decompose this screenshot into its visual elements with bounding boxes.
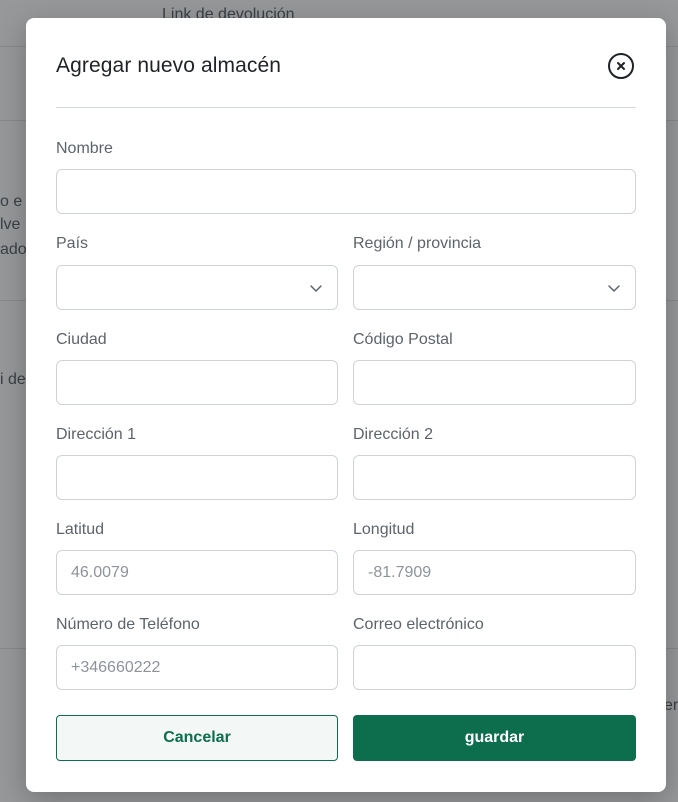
direccion2-label: Dirección 2 <box>353 426 434 443</box>
direccion1-input[interactable] <box>71 456 323 499</box>
nombre-field-box <box>56 169 636 214</box>
close-button[interactable] <box>608 53 634 79</box>
region-label: Región / provincia <box>353 235 482 252</box>
correo-input[interactable] <box>368 646 621 689</box>
latitud-label: Latitud <box>56 521 105 538</box>
close-icon <box>617 62 625 70</box>
direccion1-label: Dirección 1 <box>56 426 137 443</box>
modal-title: Agregar nuevo almacén <box>56 54 282 77</box>
ciudad-field-box <box>56 360 338 405</box>
nombre-label: Nombre <box>56 140 113 157</box>
chevron-down-icon <box>608 285 620 292</box>
cancel-button[interactable]: Cancelar <box>56 715 338 761</box>
save-button[interactable]: guardar <box>353 715 636 761</box>
codigo-postal-field-box <box>353 360 636 405</box>
codigo-postal-label: Código Postal <box>353 331 453 348</box>
latitud-input[interactable] <box>71 551 323 594</box>
longitud-field-box <box>353 550 636 595</box>
pais-select[interactable] <box>56 265 338 310</box>
direccion2-field-box <box>353 455 636 500</box>
telefono-field-box <box>56 645 338 690</box>
header-divider <box>56 107 636 108</box>
add-warehouse-modal: Agregar nuevo almacén Nombre País Región… <box>26 18 666 792</box>
telefono-label: Número de Teléfono <box>56 616 200 633</box>
direccion2-input[interactable] <box>368 456 621 499</box>
ciudad-label: Ciudad <box>56 331 107 348</box>
latitud-field-box <box>56 550 338 595</box>
chevron-down-icon <box>310 285 322 292</box>
longitud-label: Longitud <box>353 521 415 538</box>
codigo-postal-input[interactable] <box>368 361 621 404</box>
ciudad-input[interactable] <box>71 361 323 404</box>
nombre-input[interactable] <box>71 170 621 213</box>
correo-field-box <box>353 645 636 690</box>
correo-label: Correo electrónico <box>353 616 484 633</box>
telefono-input[interactable] <box>71 646 323 689</box>
direccion1-field-box <box>56 455 338 500</box>
longitud-input[interactable] <box>368 551 621 594</box>
pais-label: País <box>56 235 89 252</box>
region-select[interactable] <box>353 265 636 310</box>
